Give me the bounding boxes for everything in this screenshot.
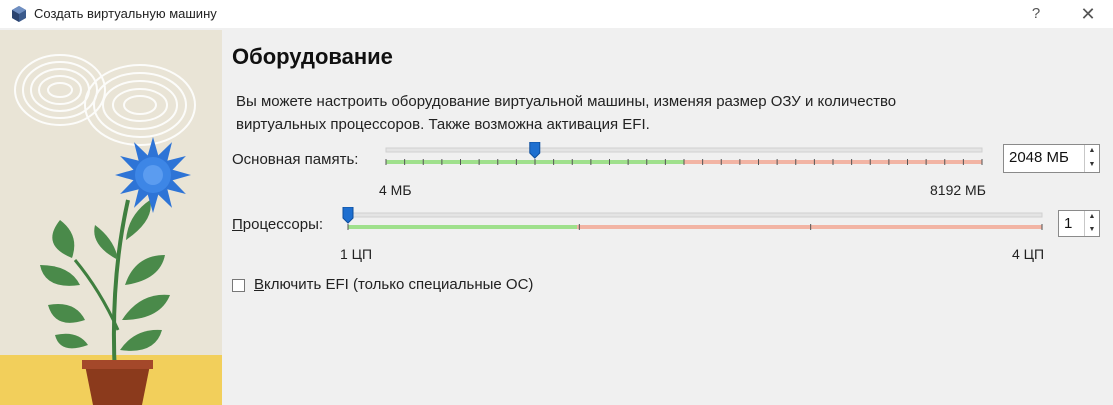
memory-min-label: 4 МБ: [379, 182, 412, 198]
memory-label: Основная память:: [232, 151, 359, 168]
help-icon[interactable]: ?: [1026, 3, 1046, 25]
spin-up-arrow-icon[interactable]: ▲: [1085, 145, 1099, 159]
hardware-page: Оборудование Вы можете настроить оборудо…: [222, 30, 1113, 405]
slider-track: [347, 212, 1043, 218]
memory-slider[interactable]: [378, 142, 990, 172]
cpu-max-label: 4 ЦП: [1012, 246, 1045, 262]
slider-recommended-band: [348, 225, 578, 229]
cpu-min-label: 1 ЦП: [340, 246, 373, 262]
window-title: Создать виртуальную машину: [34, 6, 217, 21]
cpu-value: 1: [1064, 215, 1073, 232]
wizard-sidebar-illustration: [0, 30, 222, 405]
efi-checkbox[interactable]: [232, 279, 245, 292]
flower-pot-illustration: [0, 30, 222, 405]
page-description: Вы можете настроить оборудование виртуал…: [236, 90, 996, 136]
cpu-label: Процессоры:: [232, 216, 324, 233]
memory-spin-arrows: ▲ ▼: [1084, 145, 1099, 172]
title-bar: Создать виртуальную машину ? ✕: [0, 0, 1113, 28]
memory-max-label: 8192 МБ: [930, 182, 986, 198]
spin-up-arrow-icon[interactable]: ▲: [1085, 211, 1099, 224]
memory-spinbox[interactable]: 2048 МБ ▲ ▼: [1003, 144, 1100, 173]
page-title: Оборудование: [232, 44, 393, 69]
slider-excess-band: [577, 225, 1042, 229]
slider-handle[interactable]: [342, 207, 354, 224]
slider-track: [385, 147, 983, 153]
close-icon[interactable]: ✕: [1076, 3, 1100, 25]
cpu-spinbox[interactable]: 1 ▲ ▼: [1058, 210, 1100, 237]
memory-value: 2048 МБ: [1009, 149, 1069, 166]
description-line: виртуальных процессоров. Также возможна …: [236, 116, 650, 133]
cpu-slider[interactable]: [340, 207, 1050, 237]
efi-checkbox-label[interactable]: Включить EFI (только специальные ОС): [254, 276, 533, 293]
spin-down-arrow-icon[interactable]: ▼: [1085, 159, 1099, 173]
cpu-spin-arrows: ▲ ▼: [1084, 211, 1099, 236]
spin-down-arrow-icon[interactable]: ▼: [1085, 224, 1099, 237]
slider-handle[interactable]: [529, 142, 541, 159]
virtualbox-cube-icon: [12, 6, 26, 22]
description-line: Вы можете настроить оборудование виртуал…: [236, 93, 897, 110]
